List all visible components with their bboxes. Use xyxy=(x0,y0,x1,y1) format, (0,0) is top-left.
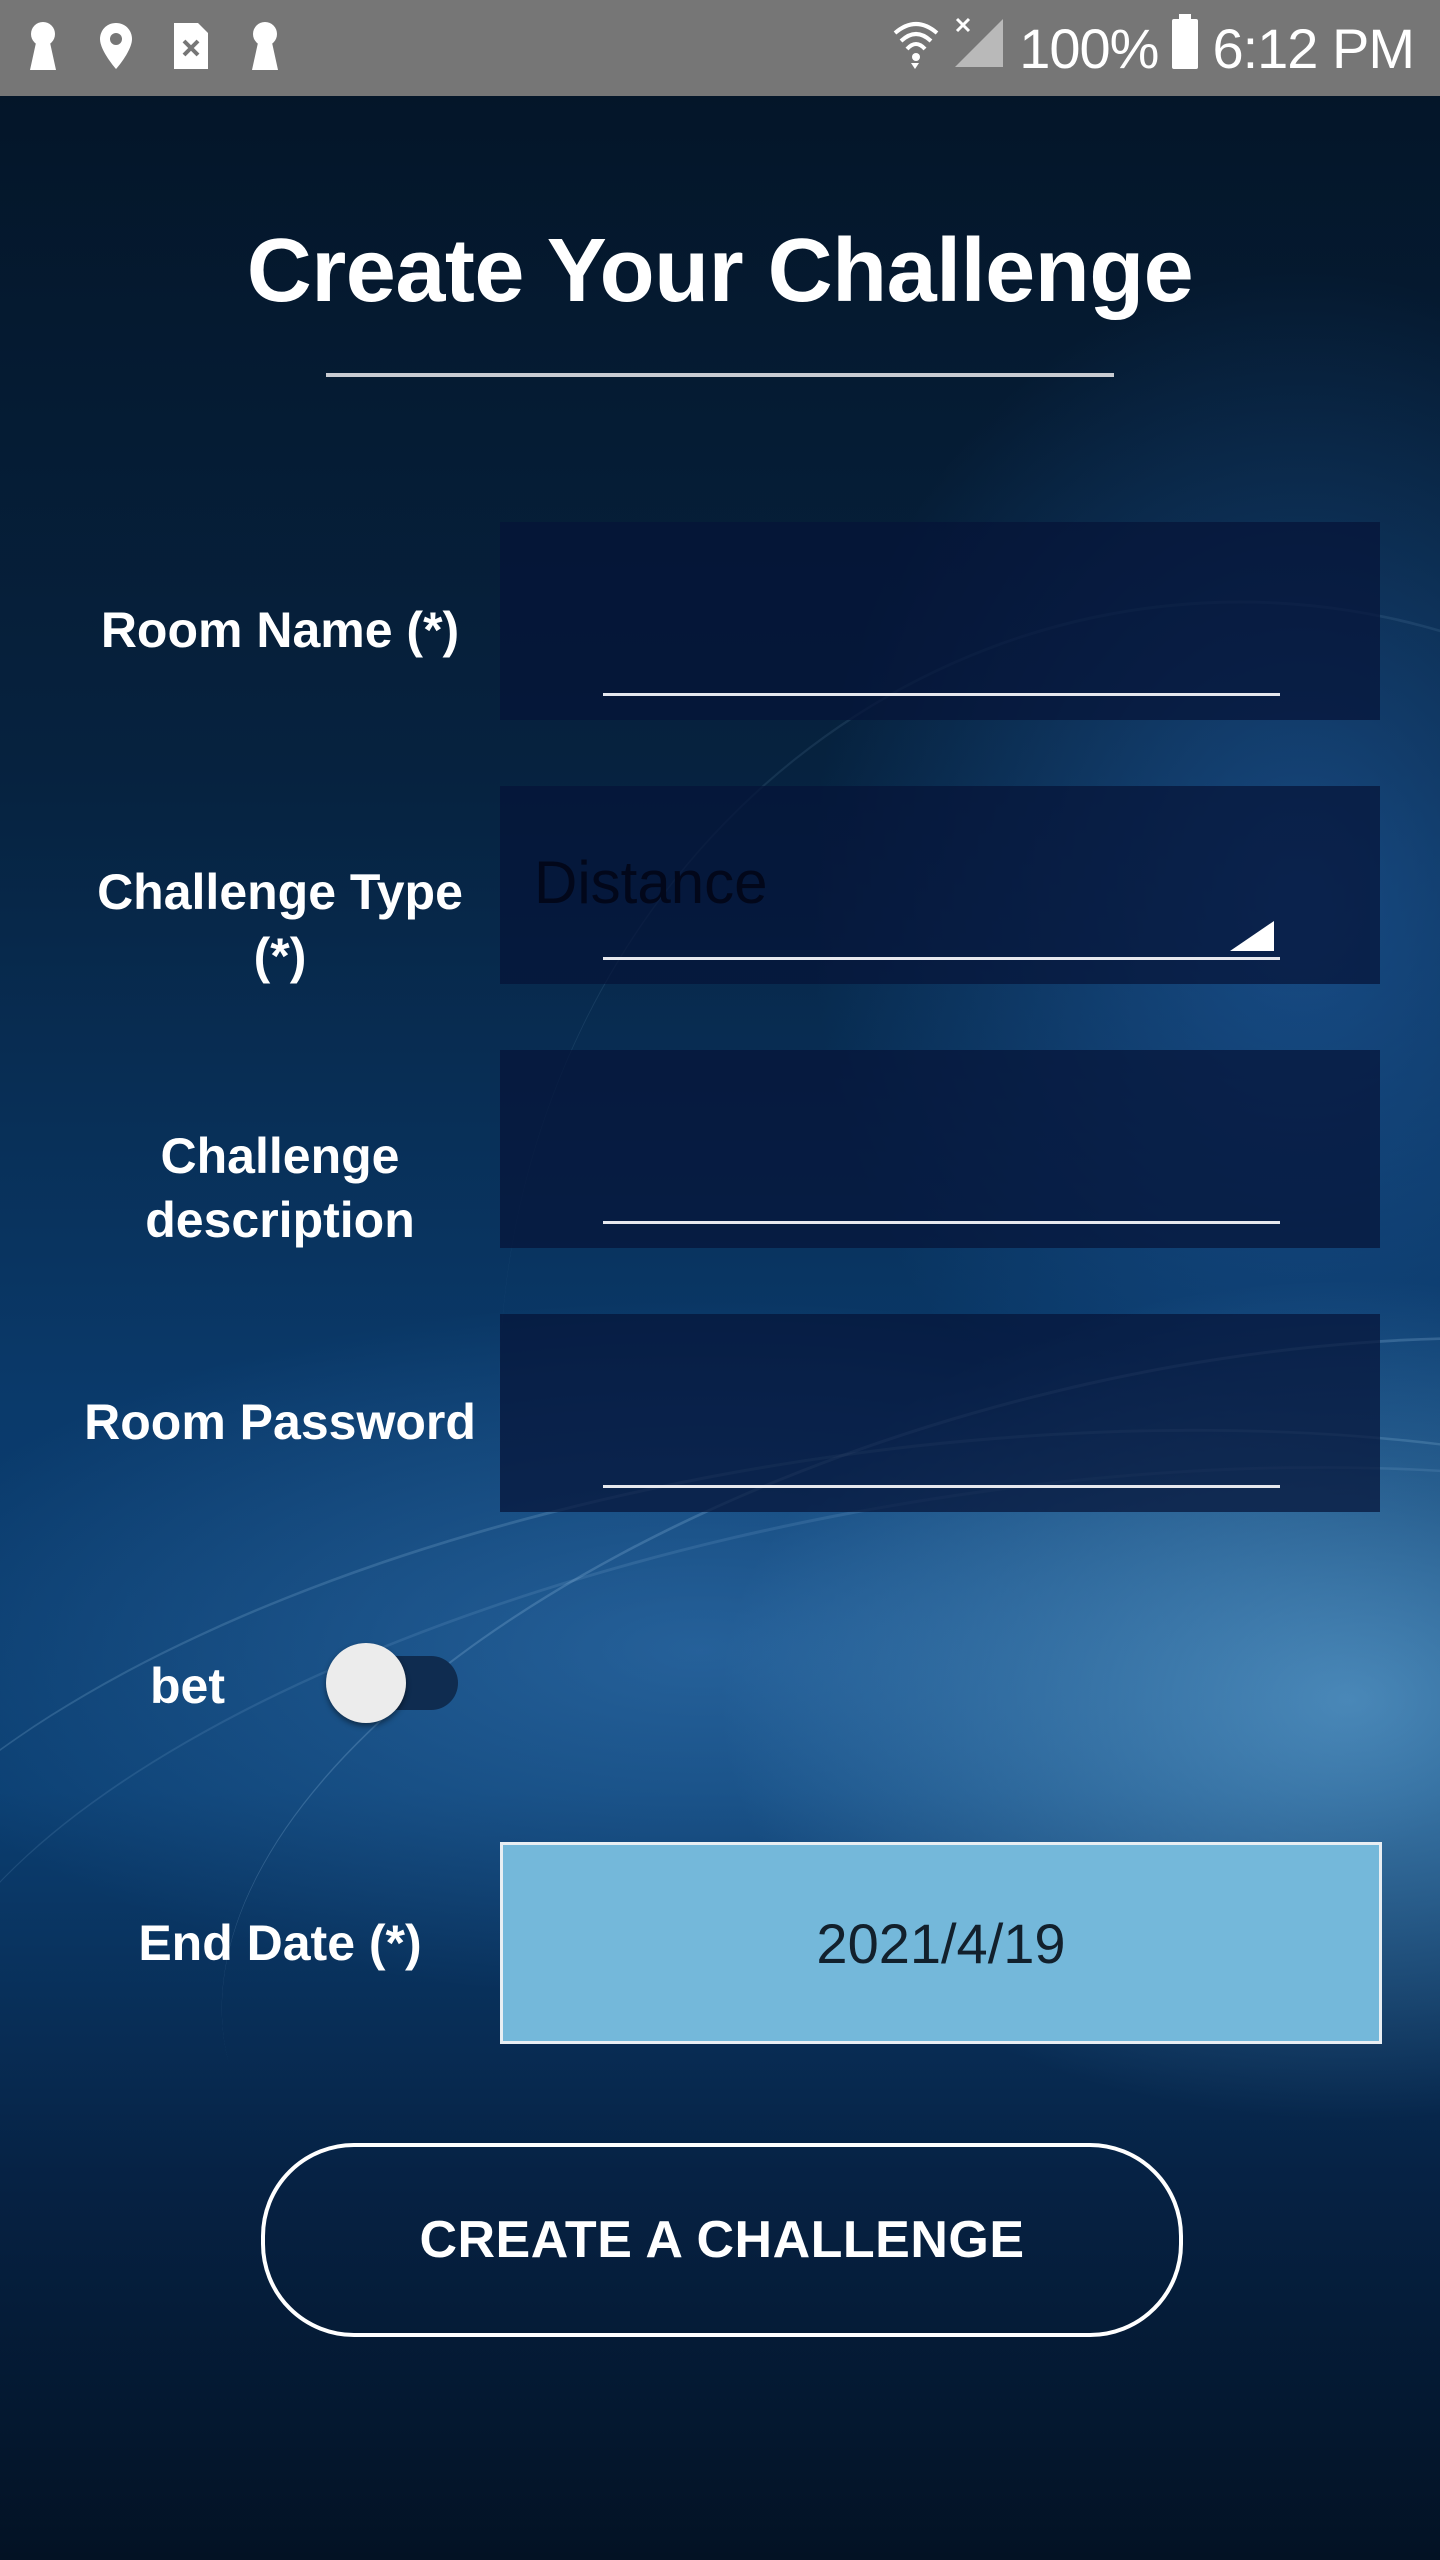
end-date-picker-button[interactable]: 2021/4/19 xyxy=(500,1842,1382,2044)
bet-toggle-switch[interactable] xyxy=(326,1643,406,1723)
description-input[interactable] xyxy=(603,1128,1280,1218)
password-input[interactable] xyxy=(603,1392,1280,1482)
description-label: Challenge description xyxy=(60,1124,500,1252)
challenge-type-label: Challenge Type (*) xyxy=(60,860,500,988)
room-name-input[interactable] xyxy=(603,600,1280,690)
room-name-underline xyxy=(603,693,1280,696)
challenge-type-label-line1: Challenge Type xyxy=(97,864,463,920)
description-label-line2: description xyxy=(145,1192,415,1248)
signal-icon xyxy=(953,15,1007,82)
challenge-type-spinner[interactable]: Distance xyxy=(500,786,1380,984)
end-date-value: 2021/4/19 xyxy=(816,1911,1066,1975)
sim-card-icon xyxy=(172,21,210,76)
description-field-container xyxy=(500,1050,1380,1248)
room-name-label: Room Name (*) xyxy=(60,598,500,662)
title-divider xyxy=(326,373,1114,377)
create-challenge-button[interactable]: CREATE A CHALLENGE xyxy=(261,2143,1183,2337)
wifi-icon xyxy=(891,15,941,82)
end-date-label: End Date (*) xyxy=(60,1911,500,1975)
description-underline xyxy=(603,1221,1280,1224)
password-label: Room Password xyxy=(60,1390,500,1454)
page-title: Create Your Challenge xyxy=(246,221,1194,321)
description-label-line1: Challenge xyxy=(160,1128,400,1184)
challenge-type-underline xyxy=(603,957,1280,960)
password-label-text: Room Password xyxy=(84,1394,476,1450)
battery-percentage: 100% xyxy=(1019,16,1159,80)
password-underline xyxy=(603,1485,1280,1488)
bet-label-text: bet xyxy=(150,1658,225,1714)
room-name-field-container xyxy=(500,522,1380,720)
end-date-label-text: End Date (*) xyxy=(138,1915,422,1971)
status-bar-left-icons xyxy=(26,18,282,78)
room-name-label-text: Room Name (*) xyxy=(100,602,460,658)
location-pin-icon xyxy=(98,21,134,76)
dropdown-arrow-icon xyxy=(1230,921,1274,951)
create-challenge-button-label: CREATE A CHALLENGE xyxy=(419,2211,1025,2269)
challenge-type-selected-value: Distance xyxy=(534,849,768,916)
status-bar-right: 100% 6:12 PM xyxy=(891,13,1415,83)
battery-icon xyxy=(1170,13,1200,83)
bet-label: bet xyxy=(100,1654,275,1718)
challenge-type-label-line2: (*) xyxy=(253,928,307,984)
status-time: 6:12 PM xyxy=(1212,16,1415,80)
keyhole-icon xyxy=(26,20,60,77)
keyhole-icon xyxy=(248,20,282,77)
password-field-container xyxy=(500,1314,1380,1512)
status-bar: 100% 6:12 PM xyxy=(0,0,1440,96)
create-challenge-screen: 100% 6:12 PM Create Your Challenge Room … xyxy=(0,0,1440,2560)
